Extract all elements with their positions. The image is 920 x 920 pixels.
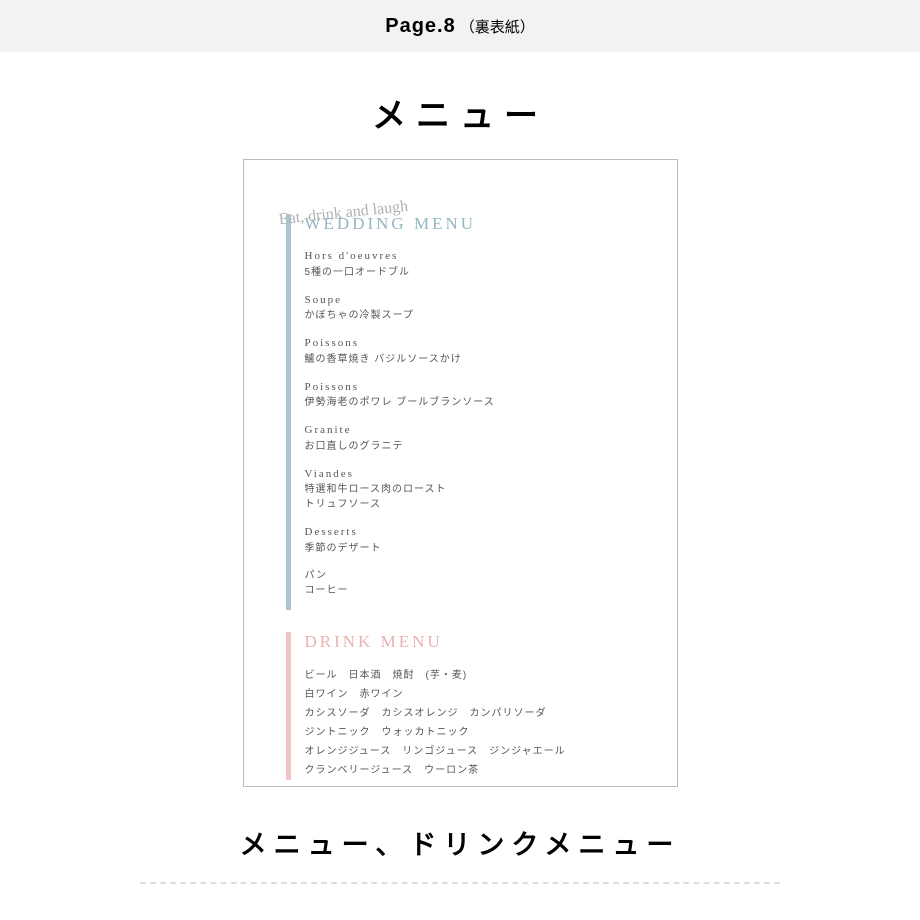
drink-line: クランベリージュース ウーロン茶 xyxy=(305,761,647,780)
menu-item-jp: お口直しのグラニテ xyxy=(305,439,647,454)
drink-line: カシスソーダ カシスオレンジ カンパリソーダ xyxy=(305,704,647,723)
dashed-divider xyxy=(140,882,780,884)
menu-item-jp: 季節のデザート xyxy=(305,541,647,556)
menu-item: Granite お口直しのグラニテ xyxy=(305,422,647,454)
menu-item: Soupe かぼちゃの冷製スープ xyxy=(305,292,647,324)
menu-item-en: Soupe xyxy=(305,292,647,309)
menu-item-jp: パン xyxy=(305,568,647,583)
menu-item-jp2: コーヒー xyxy=(305,583,647,598)
drink-line: ビール 日本酒 焼酎 (芋・麦) xyxy=(305,666,647,685)
header-bar: Page.8 （裏表紙） xyxy=(0,0,920,52)
page-title: メニュー xyxy=(0,88,920,137)
menu-item: Hors d'oeuvres 5種の一口オードブル xyxy=(305,248,647,280)
page-label-main: Page.8 xyxy=(385,15,455,38)
menu-item: Viandes 特選和牛ロース肉のロースト トリュフソース xyxy=(305,466,647,513)
menu-item-en: Viandes xyxy=(305,466,647,483)
menu-item-jp: 鱸の香草焼き バジルソースかけ xyxy=(305,352,647,367)
menu-item-en: Poissons xyxy=(305,335,647,352)
drink-line: 白ワイン 赤ワイン xyxy=(305,685,647,704)
drink-body: DRINK MENU ビール 日本酒 焼酎 (芋・麦) 白ワイン 赤ワイン カシ… xyxy=(305,632,647,780)
menu-card: Eat, drink and laugh WEDDING MENU Hors d… xyxy=(243,159,678,787)
drink-title: DRINK MENU xyxy=(305,632,647,652)
drink-line: オレンジジュース リンゴジュース ジンジャエール xyxy=(305,742,647,761)
menu-item: Poissons 鱸の香草焼き バジルソースかけ xyxy=(305,335,647,367)
menu-item-jp: 伊勢海老のポワレ ブールブランソース xyxy=(305,395,647,410)
menu-item-jp: 5種の一口オードブル xyxy=(305,265,647,280)
footer-caption: メニュー、ドリンクメニュー xyxy=(0,823,920,862)
menu-item-en: Granite xyxy=(305,422,647,439)
menu-item: Poissons 伊勢海老のポワレ ブールブランソース xyxy=(305,379,647,411)
section-spacer xyxy=(286,610,647,632)
drink-accent-bar xyxy=(286,632,291,780)
wedding-menu-section: WEDDING MENU Hors d'oeuvres 5種の一口オードブル S… xyxy=(286,214,647,610)
wedding-accent-bar xyxy=(286,214,291,610)
menu-item: Desserts 季節のデザート xyxy=(305,524,647,556)
page-label-sub: （裏表紙） xyxy=(460,16,535,37)
drink-lines: ビール 日本酒 焼酎 (芋・麦) 白ワイン 赤ワイン カシスソーダ カシスオレン… xyxy=(305,666,647,780)
menu-item-jp: 特選和牛ロース肉のロースト xyxy=(305,482,647,497)
drink-line: ジントニック ウォッカトニック xyxy=(305,723,647,742)
menu-item-jp2: トリュフソース xyxy=(305,497,647,512)
menu-item-en: Desserts xyxy=(305,524,647,541)
drink-menu-section: DRINK MENU ビール 日本酒 焼酎 (芋・麦) 白ワイン 赤ワイン カシ… xyxy=(286,632,647,780)
menu-item-en: Poissons xyxy=(305,379,647,396)
menu-item: パン コーヒー xyxy=(305,568,647,598)
menu-item-en: Hors d'oeuvres xyxy=(305,248,647,265)
wedding-body: WEDDING MENU Hors d'oeuvres 5種の一口オードブル S… xyxy=(305,214,647,610)
menu-item-jp: かぼちゃの冷製スープ xyxy=(305,308,647,323)
